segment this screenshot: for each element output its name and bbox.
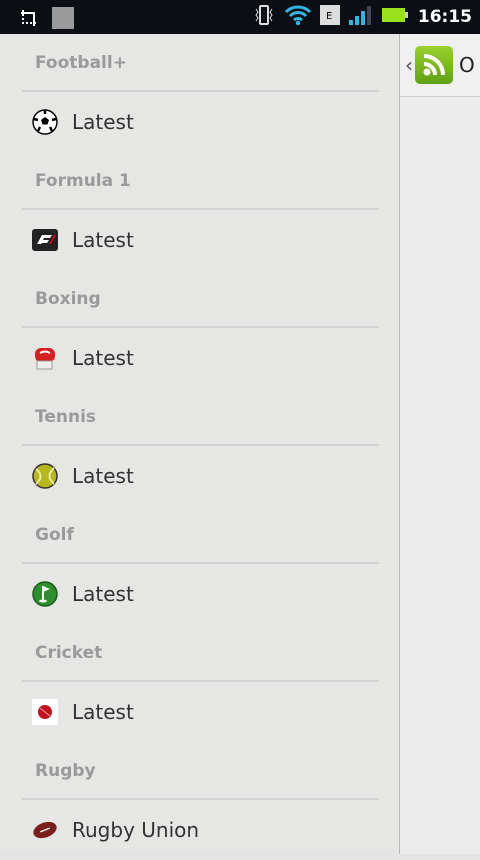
item-label: Latest (72, 228, 134, 252)
item-label: Latest (72, 700, 134, 724)
item-label: Latest (72, 346, 134, 370)
action-bar-title: O (459, 53, 475, 77)
chevron-left-icon[interactable]: ‹ (405, 53, 413, 77)
tennis-latest-item[interactable]: Latest (0, 446, 399, 506)
navigation-drawer: Football+ Latest Formula 1 Latest Boxing… (0, 34, 400, 854)
section-header-cricket: Cricket (0, 624, 399, 682)
boxing-latest-item[interactable]: Latest (0, 328, 399, 388)
football-latest-item[interactable]: Latest (0, 92, 399, 152)
item-label: Latest (72, 464, 134, 488)
signal-icon (348, 4, 374, 30)
boxing-glove-icon (32, 345, 58, 371)
rss-feed-icon[interactable] (415, 46, 453, 84)
cricket-ball-icon (32, 699, 58, 725)
item-label: Latest (72, 582, 134, 606)
data-edge-icon: E (319, 5, 340, 29)
section-header-football: Football+ (0, 34, 399, 92)
main-content-panel: ‹ O (400, 34, 480, 854)
section-header-tennis: Tennis (0, 388, 399, 446)
status-bar: E 16:15 (0, 0, 480, 34)
item-label: Rugby Union (72, 818, 200, 842)
formula1-latest-item[interactable]: Latest (0, 210, 399, 270)
section-header-golf: Golf (0, 506, 399, 564)
action-bar[interactable]: ‹ O (400, 34, 480, 97)
gallery-icon (52, 7, 74, 33)
cricket-latest-item[interactable]: Latest (0, 682, 399, 742)
clock: 16:15 (417, 7, 472, 27)
section-header-rugby: Rugby (0, 742, 399, 800)
wifi-icon (284, 4, 312, 30)
screenshot-icon (20, 9, 38, 31)
golf-latest-item[interactable]: Latest (0, 564, 399, 624)
football-icon (32, 109, 58, 135)
tennis-ball-icon (32, 463, 58, 489)
rugby-ball-icon (32, 817, 58, 843)
item-label: Latest (72, 110, 134, 134)
rugby-union-item[interactable]: Rugby Union (0, 800, 399, 860)
battery-icon (381, 6, 410, 28)
svg-text:E: E (326, 11, 332, 22)
vibrate-icon (252, 4, 276, 30)
golf-flag-icon (32, 581, 58, 607)
section-header-boxing: Boxing (0, 270, 399, 328)
formula1-icon (32, 227, 58, 253)
section-header-formula1: Formula 1 (0, 152, 399, 210)
